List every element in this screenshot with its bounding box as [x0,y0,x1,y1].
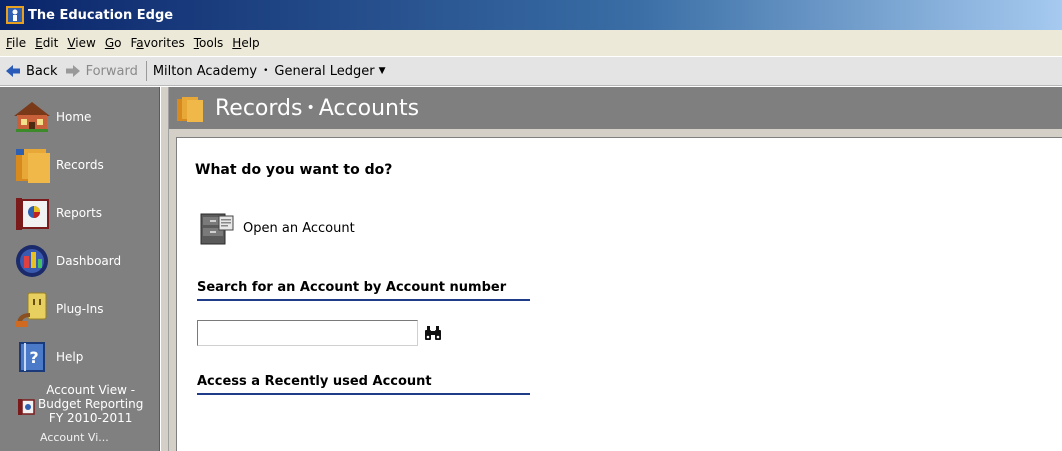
sidebar-item-records[interactable]: Records [0,141,159,189]
sidebar-item-help[interactable]: ? Help [0,333,159,381]
task-question: What do you want to do? [195,162,393,178]
breadcrumb-location: Milton Academy [152,63,258,79]
account-number-input[interactable] [197,320,418,346]
page-title-accounts: Accounts [318,95,420,121]
open-account-link[interactable]: Open an Account [197,208,355,248]
menu-favorites[interactable]: Favorites [130,36,184,50]
sidebar-splitter[interactable] [161,87,169,451]
app-icon [6,6,24,24]
window-title: The Education Edge [28,7,174,23]
reports-icon [16,198,49,230]
sidebar-recent-item-partial[interactable]: Account Vi... [0,431,159,444]
svg-text:?: ? [29,348,38,367]
menu-help[interactable]: Help [232,36,259,50]
page-title-records: Records [215,95,303,121]
title-separator: • [306,99,315,116]
nav-separator [145,61,147,81]
sidebar-label-home: Home [56,110,92,124]
file-cabinet-icon [200,213,234,245]
sidebar-label-plugins: Plug-Ins [56,302,104,316]
sidebar-item-dashboard[interactable]: Dashboard [0,237,159,285]
recent-line-2: Budget Reporting [38,397,144,411]
content-panel: What do you want to do? Open an Account … [176,137,1062,451]
recent-line-3: FY 2010-2011 [48,411,133,425]
breadcrumb-dot: • [263,66,269,76]
forward-button[interactable]: Forward [65,63,138,79]
open-account-label: Open an Account [243,220,355,236]
search-row [197,320,442,346]
home-icon [14,102,50,132]
sidebar-label-help: Help [56,350,84,364]
menu-bar: File Edit View Go Favorites Tools Help [0,30,1062,56]
recent-section-heading: Access a Recently used Account [197,374,530,395]
sidebar-label-records: Records [56,158,104,172]
menu-tools[interactable]: Tools [194,36,224,50]
breadcrumb-module: General Ledger [274,63,375,79]
sidebar-label-dashboard: Dashboard [56,254,122,268]
page-header: Records • Accounts [169,87,1062,129]
search-section-heading: Search for an Account by Account number [197,280,530,301]
recent-line-1: Account View - [46,383,136,397]
help-icon: ? [19,342,45,372]
records-icon [16,149,50,183]
back-label: Back [26,63,58,79]
navigation-bar: Back Forward Milton Academy • General Le… [0,56,1062,86]
plugins-icon [16,292,47,327]
sidebar-item-home[interactable]: Home [0,93,159,141]
report-book-icon [18,399,35,415]
menu-go[interactable]: Go [105,36,122,50]
sidebar-item-plugins[interactable]: Plug-Ins [0,285,159,333]
sidebar-label-reports: Reports [56,206,103,220]
menu-view[interactable]: View [67,36,95,50]
forward-arrow-icon [65,65,80,77]
records-folder-icon [177,97,203,122]
back-arrow-icon [6,65,20,77]
breadcrumb[interactable]: Milton Academy • General Ledger ▼ [153,64,386,79]
sidebar-item-reports[interactable]: Reports [0,189,159,237]
page-title: Records • Accounts [215,96,419,121]
forward-label: Forward [85,63,138,79]
title-bar: The Education Edge [0,0,1062,30]
sidebar-recent-item[interactable]: Account View - Budget Reporting FY 2010-… [0,383,159,425]
menu-edit[interactable]: Edit [35,36,58,50]
chevron-down-icon: ▼ [378,66,386,76]
menu-file[interactable]: File [6,36,26,50]
dashboard-icon [16,245,48,277]
binoculars-icon[interactable] [424,325,442,341]
sidebar: Home Records Reports Dashboard Plug-Ins … [0,87,160,451]
back-button[interactable]: Back [6,64,58,79]
